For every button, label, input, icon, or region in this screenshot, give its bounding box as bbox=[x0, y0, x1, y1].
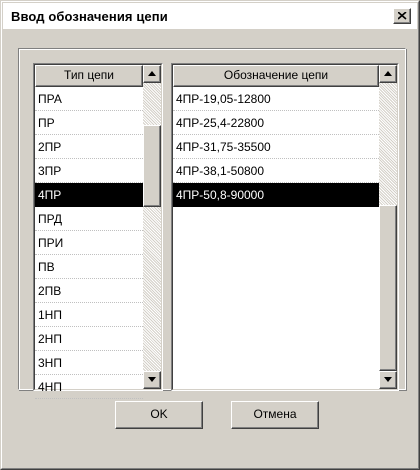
chain-type-list-item[interactable]: ПРИ bbox=[35, 231, 143, 255]
close-button[interactable] bbox=[393, 8, 411, 24]
chain-designation-list-item[interactable]: 4ПР-50,8-90000 bbox=[173, 183, 379, 207]
chain-type-list-item[interactable]: 3НП bbox=[35, 351, 143, 375]
chain-type-list-item[interactable]: 4НП bbox=[35, 375, 143, 399]
chain-designation-list-frame: Обозначение цепи 4ПР-19,05-12800 4ПР-25,4… bbox=[172, 64, 398, 390]
chain-type-list-item[interactable]: 2НП bbox=[35, 327, 143, 351]
cancel-button[interactable]: Отмена bbox=[231, 401, 319, 429]
arrow-up-icon bbox=[148, 71, 156, 76]
chain-designation-list-item[interactable]: 4ПР-31,75-35500 bbox=[173, 135, 379, 159]
title-bar[interactable]: Ввод обозначения цепи bbox=[3, 3, 417, 29]
close-icon bbox=[398, 12, 407, 20]
chain-type-list-item[interactable]: 2ПР bbox=[35, 135, 143, 159]
chain-type-header[interactable]: Тип цепи bbox=[35, 65, 143, 87]
chain-designation-rows: 4ПР-19,05-12800 4ПР-25,4-22800 4ПР-31,75-3… bbox=[173, 87, 379, 207]
chain-type-list-item[interactable]: ПРА bbox=[35, 87, 143, 111]
chain-type-list-item[interactable]: ПВ bbox=[35, 255, 143, 279]
chain-designation-header[interactable]: Обозначение цепи bbox=[173, 65, 379, 87]
arrow-down-icon bbox=[148, 377, 156, 382]
chain-type-scroll-down-button[interactable] bbox=[143, 371, 161, 389]
chain-designation-list-item[interactable]: 4ПР-38,1-50800 bbox=[173, 159, 379, 183]
chain-type-list-item[interactable]: 4ПР bbox=[35, 183, 143, 207]
chain-designation-list[interactable]: Обозначение цепи 4ПР-19,05-12800 4ПР-25,4… bbox=[171, 63, 399, 391]
chain-type-list-frame: Тип цепи ПРА ПР 2ПР 3ПР 4ПР ПРД ПРИ ПВ 2ПВ 1НП 2НП… bbox=[34, 64, 162, 399]
chain-type-list-item[interactable]: ПРД bbox=[35, 207, 143, 231]
window-title: Ввод обозначения цепи bbox=[11, 9, 168, 24]
arrow-down-icon bbox=[384, 377, 392, 382]
chain-designation-scroll-down-button[interactable] bbox=[379, 371, 397, 389]
chain-designation-list-item[interactable]: 4ПР-25,4-22800 bbox=[173, 111, 379, 135]
arrow-up-icon bbox=[384, 71, 392, 76]
ok-button[interactable]: OK bbox=[115, 401, 203, 429]
chain-designation-scroll-up-button[interactable] bbox=[379, 65, 397, 83]
chain-type-list-item[interactable]: 3ПР bbox=[35, 159, 143, 183]
chain-type-list-item[interactable]: 2ПВ bbox=[35, 279, 143, 303]
chain-type-list-item[interactable]: ПР bbox=[35, 111, 143, 135]
chain-type-scroll-up-button[interactable] bbox=[143, 65, 161, 83]
chain-designation-list-item[interactable]: 4ПР-19,05-12800 bbox=[173, 87, 379, 111]
chain-type-rows: ПРА ПР 2ПР 3ПР 4ПР ПРД ПРИ ПВ 2ПВ 1НП 2НП 3НП 4НП bbox=[35, 87, 143, 399]
chain-type-list-item[interactable]: 1НП bbox=[35, 303, 143, 327]
chain-designation-scrollbar[interactable] bbox=[379, 65, 397, 389]
dialog-window: Ввод обозначения цепи Тип цепи ПРА ПР 2ПР 3… bbox=[0, 0, 420, 470]
chain-designation-scroll-thumb[interactable] bbox=[379, 205, 397, 371]
chain-type-scroll-thumb[interactable] bbox=[143, 125, 161, 207]
chain-type-scrollbar[interactable] bbox=[143, 65, 161, 389]
chain-type-list[interactable]: Тип цепи ПРА ПР 2ПР 3ПР 4ПР ПРД ПРИ ПВ 2ПВ 1НП 2НП… bbox=[33, 63, 163, 399]
